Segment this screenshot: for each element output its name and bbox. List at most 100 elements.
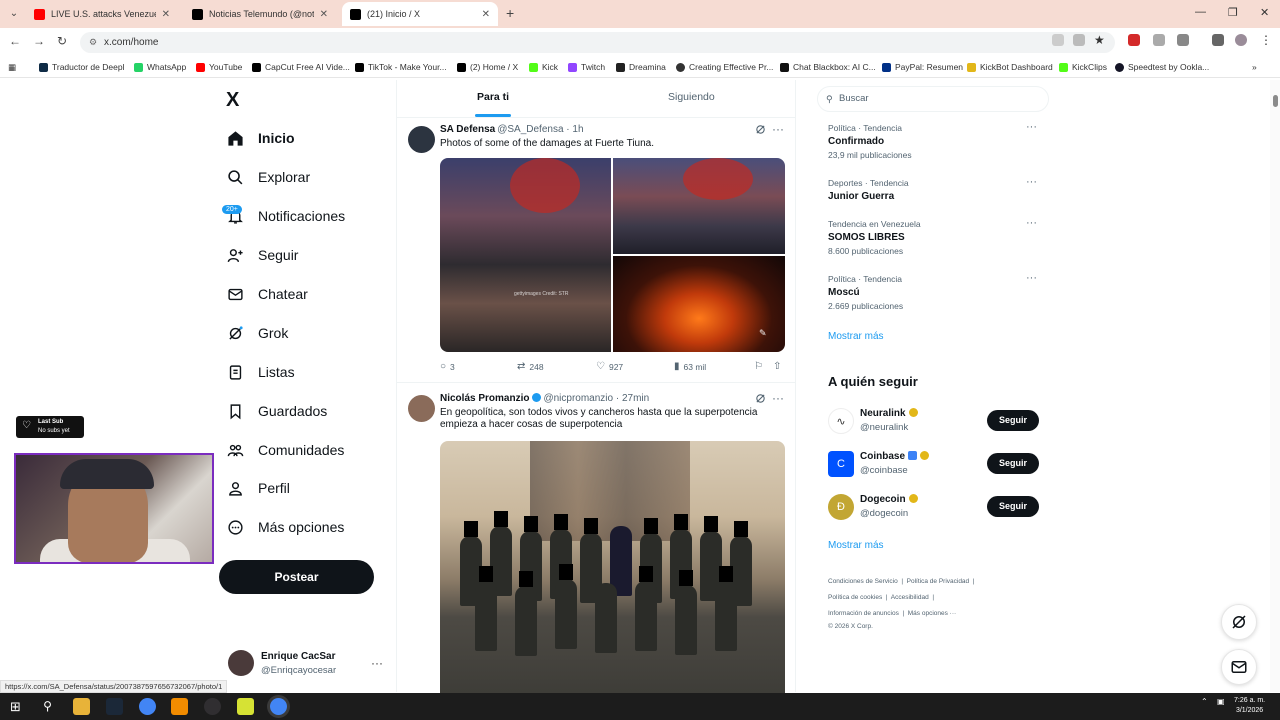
follow-button[interactable]: Seguir: [987, 410, 1039, 431]
chrome-icon[interactable]: [139, 698, 156, 715]
bookmark-item[interactable]: CapCut Free AI Vide...: [252, 60, 350, 74]
nav-item-comunidades[interactable]: Comunidades: [226, 437, 344, 463]
bookmark-item[interactable]: PayPal: Resumen: [882, 60, 963, 74]
back-icon[interactable]: ←: [9, 34, 21, 48]
page-scrollbar[interactable]: [1270, 80, 1280, 692]
address-bar[interactable]: ⚙ x.com/home: [80, 32, 1115, 53]
nav-item-inicio[interactable]: Inicio: [226, 125, 295, 151]
bookmark-item[interactable]: WhatsApp: [134, 60, 186, 74]
trend-item[interactable]: Política · Tendencia Moscú 2.669 publica…: [828, 272, 1043, 311]
tab-search-icon[interactable]: ⌄: [6, 6, 22, 22]
x-logo[interactable]: X: [226, 89, 239, 112]
footer-link-more[interactable]: Más opciones ···: [908, 610, 956, 617]
extensions-puzzle-icon[interactable]: [1177, 34, 1189, 46]
share-button[interactable]: ⇧: [773, 361, 785, 372]
image-edit-icon[interactable]: ✎: [759, 328, 767, 339]
more-dots-icon[interactable]: ···: [371, 656, 383, 670]
bookmark-item[interactable]: YouTube: [196, 60, 242, 74]
trend-more-icon[interactable]: ···: [1026, 217, 1037, 229]
bookmark-item[interactable]: KickClips: [1059, 60, 1107, 74]
new-tab-button[interactable]: +: [506, 6, 514, 20]
bookmark-item[interactable]: Twitch: [568, 60, 605, 74]
follow-button[interactable]: Seguir: [987, 453, 1039, 474]
follow-suggestion[interactable]: ∿ Neuralink @neuralink Seguir: [828, 406, 1043, 440]
post-image[interactable]: ✎: [613, 256, 785, 352]
repost-button[interactable]: ⇄ 248: [517, 361, 544, 372]
account-switcher[interactable]: Enrique CacSar @Enriqcayocesar ···: [228, 650, 388, 680]
profile-avatar-icon[interactable]: [1235, 34, 1247, 46]
vlc-icon[interactable]: [171, 698, 188, 715]
obs-icon[interactable]: [204, 698, 221, 715]
browser-tab-x[interactable]: (21) Inicio / X ✕: [342, 2, 498, 26]
media-control-icon[interactable]: [1212, 34, 1224, 46]
like-button[interactable]: ♡ 927: [596, 361, 623, 372]
footer-link-ads[interactable]: Información de anuncios: [828, 610, 899, 617]
tray-network-icon[interactable]: ▣: [1217, 697, 1225, 706]
trend-item[interactable]: Política · Tendencia Confirmado 23,9 mil…: [828, 121, 1043, 160]
post-author[interactable]: Nicolás Promanzio @nicpromanzio · 27min: [440, 393, 649, 404]
close-tab-icon[interactable]: ✕: [482, 9, 490, 20]
apps-grid-icon[interactable]: ▦: [8, 60, 16, 74]
nav-item-listas[interactable]: Listas: [226, 359, 295, 385]
forward-icon[interactable]: →: [33, 34, 45, 48]
nav-item-perfil[interactable]: Perfil: [226, 475, 290, 501]
browser-tab-tiktok[interactable]: Noticias Telemundo (@noticias ✕: [184, 2, 336, 26]
footer-link-terms[interactable]: Condiciones de Servicio: [828, 578, 898, 585]
post-sa-defensa[interactable]: SA Defensa @SA_Defensa · 1h ··· Photos of…: [397, 122, 795, 158]
chrome-active-icon[interactable]: [270, 698, 287, 715]
nav-item-explorar[interactable]: Explorar: [226, 164, 310, 190]
search-input[interactable]: ⚲ Buscar: [817, 86, 1049, 112]
reply-button[interactable]: ○ 3: [440, 361, 455, 372]
bookmark-star-icon[interactable]: ★: [1094, 34, 1106, 46]
bookmark-item[interactable]: Dreamina: [616, 60, 666, 74]
window-close-icon[interactable]: ✕: [1260, 6, 1269, 19]
nav-item-guardados[interactable]: Guardados: [226, 398, 327, 424]
bookmark-item[interactable]: TikTok - Make Your...: [355, 60, 447, 74]
footer-link-cookies[interactable]: Política de cookies: [828, 594, 882, 601]
site-info-icon[interactable]: ⚙: [89, 32, 97, 53]
app-check-icon[interactable]: [237, 698, 254, 715]
trends-show-more-link[interactable]: Mostrar más: [828, 331, 884, 342]
post-button[interactable]: Postear: [219, 560, 374, 594]
browser-menu-icon[interactable]: ⋮: [1260, 34, 1272, 46]
post-image[interactable]: [440, 441, 785, 693]
post-author[interactable]: SA Defensa @SA_Defensa · 1h: [440, 124, 584, 135]
extension-shield-icon[interactable]: [1128, 34, 1140, 46]
trend-item[interactable]: Tendencia en Venezuela SOMOS LIBRES 8.60…: [828, 217, 1043, 256]
minimize-icon[interactable]: —: [1195, 6, 1206, 18]
nav-item-notificaciones[interactable]: Notificaciones: [226, 203, 345, 229]
close-tab-icon[interactable]: ✕: [162, 9, 170, 20]
browser-tab-youtube[interactable]: LIVE U.S. attacks Venezuela, Tru ✕: [26, 2, 178, 26]
follow-suggestion[interactable]: C Coinbase @coinbase Seguir: [828, 449, 1043, 483]
taskbar-search-icon[interactable]: ⚲: [39, 698, 56, 715]
follow-button[interactable]: Seguir: [987, 496, 1039, 517]
avatar[interactable]: [408, 126, 435, 153]
tab-siguiendo[interactable]: Siguiendo: [668, 91, 715, 103]
maximize-icon[interactable]: ❐: [1228, 6, 1238, 19]
post-image[interactable]: gettyimages Credit: STR: [440, 158, 611, 352]
tab-para-ti[interactable]: Para ti: [477, 91, 509, 103]
nav-item-grok[interactable]: Grok: [226, 320, 288, 346]
bookmark-item[interactable]: Creating Effective Pr...: [676, 60, 773, 74]
grok-fab[interactable]: [1221, 604, 1257, 640]
steam-icon[interactable]: [106, 698, 123, 715]
post-nicolas-promanzio[interactable]: Nicolás Promanzio @nicpromanzio · 27min ·…: [397, 391, 795, 439]
bookmark-item[interactable]: (2) Home / X: [457, 60, 518, 74]
bookmark-item[interactable]: Traductor de Deepl: [39, 60, 124, 74]
views-button[interactable]: ▮ 63 mil: [674, 361, 706, 372]
nav-item-seguir[interactable]: Seguir: [226, 242, 298, 268]
translate-icon[interactable]: [1073, 34, 1085, 46]
post-more-icon[interactable]: ···: [772, 391, 784, 405]
grok-icon[interactable]: [755, 124, 766, 135]
trend-item[interactable]: Deportes · Tendencia Junior Guerra ···: [828, 176, 1043, 202]
reload-icon[interactable]: ↻: [57, 34, 67, 48]
grok-icon[interactable]: [755, 393, 766, 404]
trend-more-icon[interactable]: ···: [1026, 272, 1037, 284]
close-tab-icon[interactable]: ✕: [320, 9, 328, 20]
bookmark-item[interactable]: Chat Blackbox: AI C...: [780, 60, 876, 74]
post-more-icon[interactable]: ···: [772, 122, 784, 136]
bookmark-item[interactable]: Speedtest by Ookla...: [1115, 60, 1209, 74]
follow-suggestion[interactable]: Ð Dogecoin @dogecoin Seguir: [828, 492, 1043, 526]
screen-share-icon[interactable]: [1052, 34, 1064, 46]
trend-more-icon[interactable]: ···: [1026, 121, 1037, 133]
